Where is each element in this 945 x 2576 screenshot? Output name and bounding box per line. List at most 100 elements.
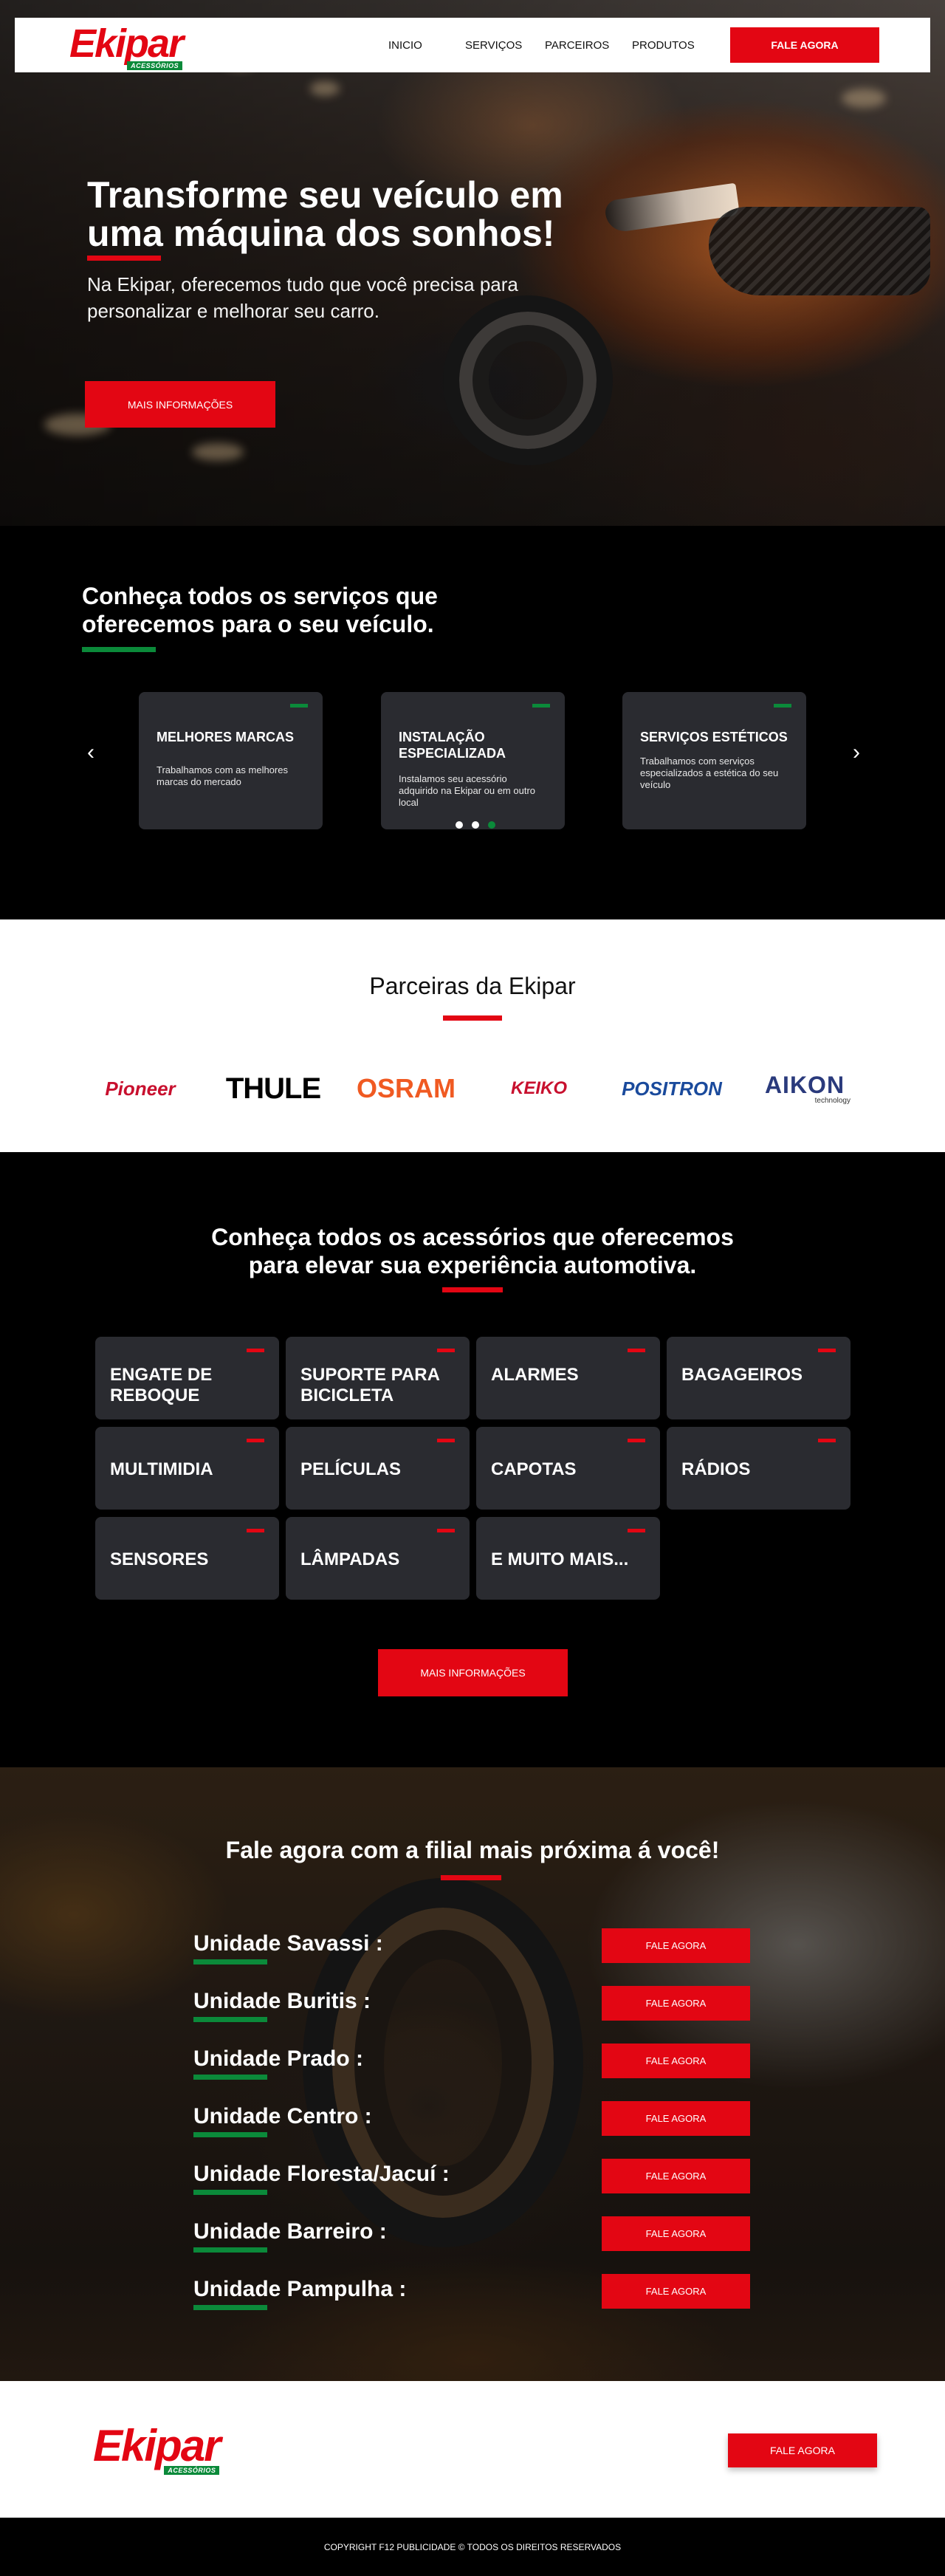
branches-section: Fale agora com a filial mais próxima á v… — [0, 1767, 945, 2381]
hero-title: Transforme seu veículo em uma máquina do… — [87, 174, 563, 254]
accessory-card-label: CAPOTAS — [491, 1459, 577, 1479]
service-card-title: SERVIÇOS ESTÉTICOS — [640, 730, 788, 744]
hero-more-info-button[interactable]: MAIS INFORMAÇÕES — [85, 381, 275, 428]
accessory-card[interactable]: SENSORES — [95, 1517, 279, 1600]
footer: Ekipar ACESSÓRIOS FALE AGORA — [0, 2381, 945, 2518]
branch-row: Unidade Floresta/Jacuí : FALE AGORA — [193, 2159, 769, 2216]
car-grille-graphic — [709, 207, 930, 295]
services-title-underline — [82, 647, 156, 652]
card-accent — [818, 1439, 836, 1442]
service-card[interactable]: INSTALAÇÃO ESPECIALIZADA Instalamos seu … — [381, 692, 565, 829]
carousel-dot-active[interactable] — [488, 821, 495, 829]
branch-row: Unidade Buritis : FALE AGORA — [193, 1986, 769, 2044]
branch-fale-agora-button[interactable]: FALE AGORA — [602, 2159, 750, 2193]
branch-name: Unidade Savassi : — [193, 1931, 383, 1956]
services-title: Conheça todos os serviços que oferecemos… — [82, 583, 438, 637]
accessory-card[interactable]: E MUITO MAIS... — [476, 1517, 660, 1600]
chevron-right-icon[interactable]: › — [845, 740, 867, 765]
accessory-card[interactable]: ENGATE DE REBOQUE — [95, 1337, 279, 1419]
aikon-logo: AIKON technology — [746, 1070, 864, 1107]
top-navbar: Ekipar ACESSÓRIOS INICIO SERVIÇOS PARCEI… — [15, 18, 930, 72]
accessory-card[interactable]: LÂMPADAS — [286, 1517, 470, 1600]
card-accent — [247, 1529, 264, 1532]
branch-name: Unidade Floresta/Jacuí : — [193, 2162, 450, 2186]
chevron-left-icon[interactable]: ‹ — [80, 740, 102, 765]
branch-name: Unidade Pampulha : — [193, 2277, 407, 2301]
branch-underline — [193, 2247, 267, 2253]
accessory-card-label: E MUITO MAIS... — [491, 1549, 629, 1569]
branch-underline — [193, 2190, 267, 2195]
branch-row: Unidade Prado : FALE AGORA — [193, 2044, 769, 2101]
service-card[interactable]: MELHORES MARCAS Trabalhamos com as melho… — [139, 692, 323, 829]
keiko-logo: KEIKO — [510, 1078, 567, 1098]
accessory-card[interactable]: BAGAGEIROS — [667, 1337, 850, 1419]
pioneer-logo: Pioneer — [105, 1077, 176, 1100]
accessory-card[interactable]: MULTIMIDIA — [95, 1427, 279, 1510]
card-accent — [818, 1349, 836, 1352]
branch-fale-agora-button[interactable]: FALE AGORA — [602, 2274, 750, 2309]
ekipar-logo[interactable]: Ekipar ACESSÓRIOS — [69, 21, 184, 70]
footer-ekipar-logo[interactable]: Ekipar ACESSÓRIOS — [93, 2424, 221, 2475]
accessory-card[interactable]: RÁDIOS — [667, 1427, 850, 1510]
branch-underline — [193, 2075, 267, 2080]
card-accent — [628, 1439, 645, 1442]
branches-title-underline — [441, 1875, 501, 1880]
branches-title: Fale agora com a filial mais próxima á v… — [225, 1837, 720, 1863]
service-card-title: INSTALAÇÃO ESPECIALIZADA — [399, 730, 506, 761]
card-accent — [532, 704, 550, 708]
accessories-section: Conheça todos os acessórios que oferecem… — [0, 1152, 945, 1767]
accessory-card-label: RÁDIOS — [681, 1459, 751, 1479]
nav-link-servicos[interactable]: SERVIÇOS — [465, 39, 545, 52]
branch-underline — [193, 2017, 267, 2022]
card-accent — [437, 1529, 455, 1532]
card-accent — [628, 1529, 645, 1532]
nav-fale-agora-button[interactable]: FALE AGORA — [730, 27, 879, 63]
accessory-card[interactable]: PELÍCULAS — [286, 1427, 470, 1510]
accessory-card[interactable]: CAPOTAS — [476, 1427, 660, 1510]
branch-underline — [193, 2132, 267, 2137]
accessories-title-underline — [442, 1287, 503, 1292]
nav-link-parceiros[interactable]: PARCEIROS — [545, 39, 632, 52]
card-accent — [247, 1349, 264, 1352]
carousel-dots — [456, 821, 495, 829]
branch-name: Unidade Centro : — [193, 2104, 372, 2128]
footer-fale-agora-button[interactable]: FALE AGORA — [728, 2433, 877, 2467]
card-accent — [437, 1439, 455, 1442]
branch-fale-agora-button[interactable]: FALE AGORA — [602, 2216, 750, 2251]
osram-logo: OSRAM — [357, 1073, 456, 1103]
positron-logo: POSITRON — [622, 1077, 722, 1100]
branch-fale-agora-button[interactable]: FALE AGORA — [602, 2101, 750, 2136]
hero-title-underline — [87, 256, 161, 261]
logo-wordmark: Ekipar — [69, 21, 184, 66]
branch-fale-agora-button[interactable]: FALE AGORA — [602, 1928, 750, 1963]
logo-tagline: ACESSÓRIOS — [127, 61, 183, 70]
branch-fale-agora-button[interactable]: FALE AGORA — [602, 2044, 750, 2078]
branch-name: Unidade Barreiro : — [193, 2219, 387, 2244]
accessory-card-label: SENSORES — [110, 1549, 209, 1569]
accessory-card[interactable]: SUPORTE PARA BICICLETA — [286, 1337, 470, 1419]
accessory-card[interactable]: ALARMES — [476, 1337, 660, 1419]
branch-row: Unidade Pampulha : FALE AGORA — [193, 2274, 769, 2332]
nav-link-inicio[interactable]: INICIO — [388, 39, 465, 52]
card-accent — [437, 1349, 455, 1352]
copyright-text: COPYRIGHT F12 PUBLICIDADE © TODOS OS DIR… — [323, 2541, 622, 2552]
accessory-card-label: MULTIMIDIA — [110, 1459, 213, 1479]
service-card[interactable]: SERVIÇOS ESTÉTICOS Trabalhamos com servi… — [622, 692, 806, 829]
copyright-bar: COPYRIGHT F12 PUBLICIDADE © TODOS OS DIR… — [0, 2518, 945, 2576]
branch-fale-agora-button[interactable]: FALE AGORA — [602, 1986, 750, 2021]
thule-logo: THULE — [225, 1072, 321, 1105]
accessory-card-label: ENGATE DE REBOQUE — [110, 1365, 213, 1405]
main-nav: INICIO SERVIÇOS PARCEIROS PRODUTOS — [388, 18, 706, 72]
accessories-more-info-button[interactable]: MAIS INFORMAÇÕES — [378, 1649, 568, 1696]
accessory-card-label: ALARMES — [491, 1365, 579, 1385]
nav-link-produtos[interactable]: PRODUTOS — [632, 39, 706, 52]
service-card-text: Instalamos seu acessório adquirido na Ek… — [399, 773, 536, 808]
partners-section: Parceiras da Ekipar Pioneer THULE OSRAM … — [0, 919, 945, 1152]
hero-content: Transforme seu veículo em uma máquina do… — [85, 174, 619, 428]
carousel-dot[interactable] — [472, 821, 479, 829]
carousel-dot[interactable] — [456, 821, 463, 829]
logo-tagline: ACESSÓRIOS — [164, 2466, 220, 2475]
branch-row: Unidade Barreiro : FALE AGORA — [193, 2216, 769, 2274]
accessories-title: Conheça todos os acessórios que oferecem… — [0, 1223, 945, 1279]
branch-name: Unidade Prado : — [193, 2046, 364, 2071]
